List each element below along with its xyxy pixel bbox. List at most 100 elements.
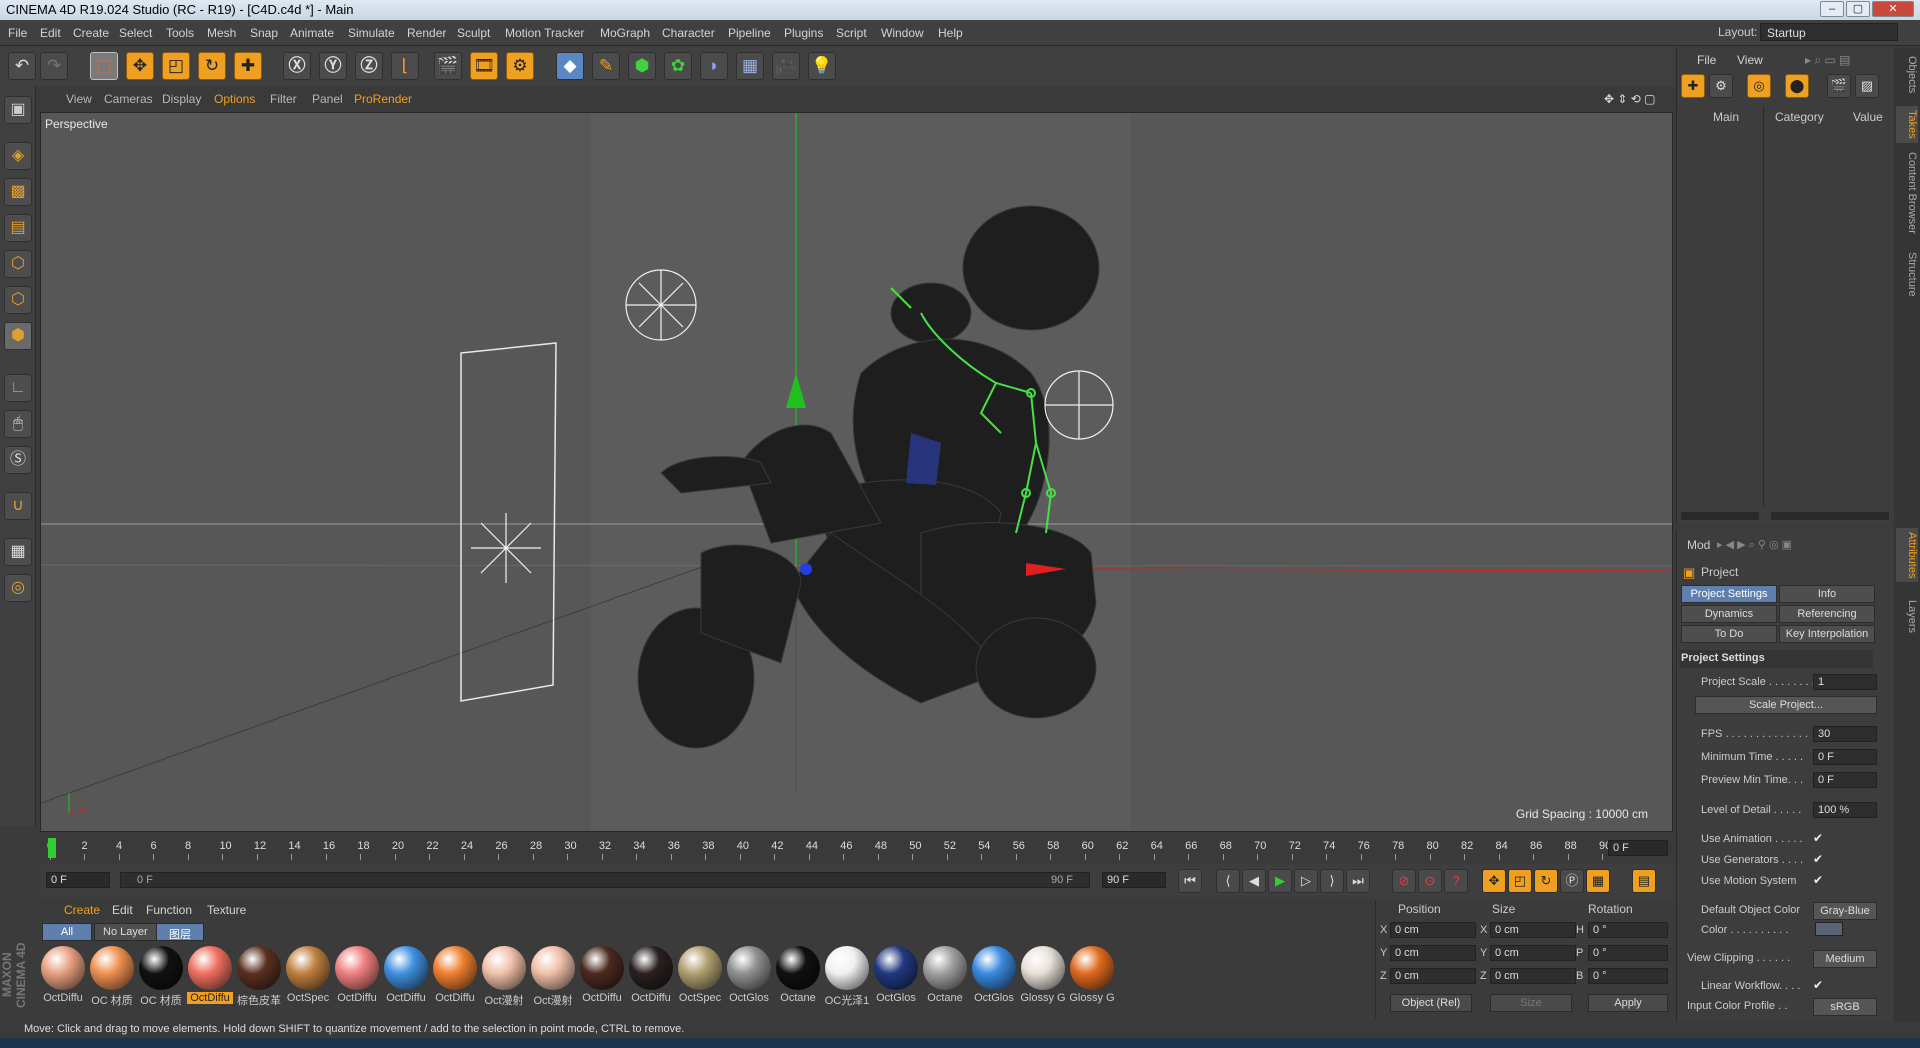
side-tab-attributes[interactable]: Attributes [1896,528,1918,583]
take-override-icon[interactable]: ⚙ [1709,74,1733,98]
filter-layer[interactable]: 图层 [156,923,204,941]
material-swatch[interactable]: OctDiffu [432,946,478,1008]
menu-select[interactable]: Select [119,26,152,40]
menu-script[interactable]: Script [836,26,867,40]
scale-tool-icon[interactable]: ◰ [162,52,190,80]
tweak-mode-icon[interactable]: 🖱 [4,410,32,438]
menu-window[interactable]: Window [881,26,924,40]
material-swatch[interactable]: OctGlos [971,946,1017,1008]
viewport-menu-filter[interactable]: Filter [270,92,297,106]
menu-file[interactable]: File [8,26,27,40]
material-menu-function[interactable]: Function [146,903,192,917]
menu-sculpt[interactable]: Sculpt [457,26,490,40]
take-render-icon[interactable]: 🎬 [1827,74,1851,98]
menu-mograph[interactable]: MoGraph [600,26,650,40]
material-menu-create[interactable]: Create [64,903,100,917]
z-axis-lock-icon[interactable]: Ⓩ [355,52,383,80]
previous-key-icon[interactable]: ⟨ [1216,869,1240,893]
rot-p-field[interactable]: 0 ° [1588,945,1668,961]
perspective-viewport[interactable]: Perspective Grid Spacing : 10000 cm [40,112,1673,832]
live-selection-icon[interactable]: ⬚ [90,52,118,80]
record-keys-icon[interactable]: ⊘ [1392,869,1416,893]
render-view-icon[interactable]: 🎬 [434,52,462,80]
layout-select[interactable]: Startup [1760,23,1898,41]
side-tab-takes[interactable]: Takes [1896,106,1918,143]
viewport-menu-prorender[interactable]: ProRender [354,92,412,106]
objects-menu-file[interactable]: File [1697,53,1716,67]
axis-mode-icon[interactable]: ∟ [4,374,32,402]
use-generators-checkbox[interactable]: ✔ [1813,852,1823,866]
viewport-menu-view[interactable]: View [66,92,92,106]
polygons-mode-icon[interactable]: ⬢ [4,322,32,350]
render-picture-viewer-icon[interactable]: 🎞 [470,52,498,80]
material-swatch[interactable]: OctSpec [677,946,723,1008]
snap-icon[interactable]: ∪ [4,492,32,520]
deformer-icon[interactable]: ◗ [700,52,728,80]
menu-plugins[interactable]: Plugins [784,26,823,40]
move-tool-icon[interactable]: ✥ [126,52,154,80]
end-frame-field[interactable]: 90 F [1102,872,1166,888]
key-rotation-icon[interactable]: ↻ [1534,869,1558,893]
material-menu-texture[interactable]: Texture [207,903,246,917]
x-axis-lock-icon[interactable]: Ⓧ [283,52,311,80]
color-swatch[interactable] [1815,922,1843,936]
material-swatch[interactable]: OctGlos [873,946,919,1008]
make-editable-icon[interactable]: ▣ [4,96,32,124]
material-swatch[interactable]: OctGlos [726,946,772,1008]
viewport-menu-cameras[interactable]: Cameras [104,92,153,106]
material-swatch[interactable]: OC光泽1 [824,946,870,1008]
size-z-field[interactable]: 0 cm [1490,968,1576,984]
workplane-mode-icon[interactable]: ▤ [4,214,32,242]
material-swatch[interactable]: Octane [775,946,821,1008]
menu-pipeline[interactable]: Pipeline [728,26,771,40]
viewport-menu-display[interactable]: Display [162,92,201,106]
lod-field[interactable]: 100 % [1813,802,1877,818]
menu-create[interactable]: Create [73,26,109,40]
side-tab-content-browser[interactable]: Content Browser [1896,148,1918,238]
material-swatch[interactable]: Oct漫射 [530,946,576,1008]
material-swatch[interactable]: OctDiffu [579,946,625,1008]
material-swatch[interactable]: OctDiffu [334,946,380,1008]
menu-render[interactable]: Render [407,26,446,40]
tab-dynamics[interactable]: Dynamics [1681,605,1777,623]
planar-workplane-icon[interactable]: ◎ [4,574,32,602]
next-key-icon[interactable]: ⟩ [1320,869,1344,893]
menu-character[interactable]: Character [662,26,715,40]
filter-all[interactable]: All [42,923,92,941]
cube-icon[interactable]: ◆ [556,52,584,80]
use-motion-checkbox[interactable]: ✔ [1813,873,1823,887]
preview-min-field[interactable]: 0 F [1813,772,1877,788]
texture-mode-icon[interactable]: ▩ [4,178,32,206]
material-menu-edit[interactable]: Edit [112,903,133,917]
material-swatch[interactable]: OC 材质 [89,946,135,1008]
side-tab-objects[interactable]: Objects [1896,52,1918,97]
cloner-icon[interactable]: ✿ [664,52,692,80]
pos-z-field[interactable]: 0 cm [1390,968,1476,984]
playhead[interactable] [48,838,56,858]
input-color-dropdown[interactable]: sRGB [1813,998,1877,1016]
filter-no-layer[interactable]: No Layer [94,923,157,941]
take-add-icon[interactable]: ✚ [1681,74,1705,98]
key-position-icon[interactable]: ✥ [1482,869,1506,893]
timeline-ruler[interactable]: 0246810121416182022242628303234363840424… [40,836,1673,862]
rotate-tool-icon[interactable]: ↻ [198,52,226,80]
menu-simulate[interactable]: Simulate [348,26,395,40]
take-auto-icon[interactable]: ◎ [1747,74,1771,98]
light-icon[interactable]: 💡 [808,52,836,80]
menu-edit[interactable]: Edit [40,26,61,40]
play-icon[interactable]: ▶ [1268,869,1292,893]
material-swatch[interactable]: Glossy G [1069,946,1115,1008]
frame-range-slider[interactable]: 0 F 90 F [120,872,1090,888]
maximize-button[interactable]: ▢ [1846,1,1870,17]
previous-frame-icon[interactable]: ◀ [1242,869,1266,893]
size-x-field[interactable]: 0 cm [1490,922,1576,938]
key-scale-icon[interactable]: ◰ [1508,869,1532,893]
side-tab-layers[interactable]: Layers [1896,596,1918,637]
start-frame-field[interactable]: 0 F [46,872,110,888]
material-swatch[interactable]: Glossy G [1020,946,1066,1008]
project-scale-field[interactable]: 1 [1813,674,1877,690]
take-filter-icon[interactable]: ▨ [1855,74,1879,98]
current-frame-field[interactable]: 0 F [1608,840,1668,856]
material-swatch[interactable]: OctDiffu [40,946,86,1008]
menu-tools[interactable]: Tools [166,26,194,40]
